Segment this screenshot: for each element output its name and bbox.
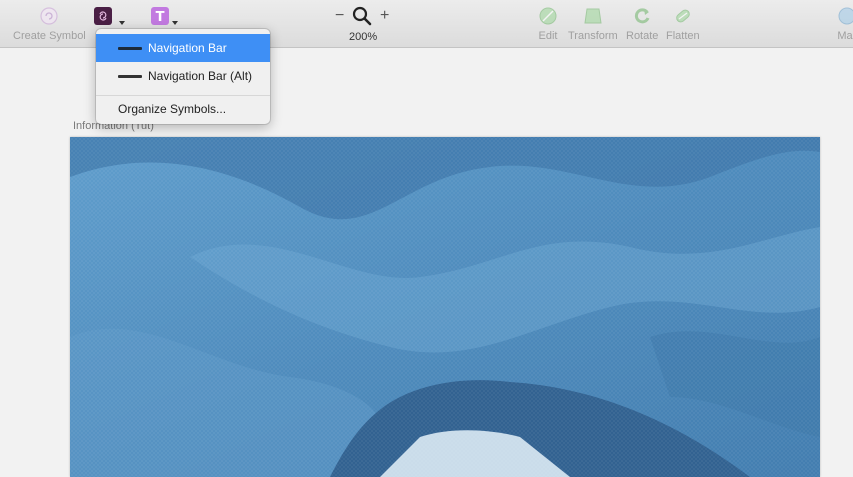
flatten-icon (676, 9, 690, 23)
menu-item-label: Navigation Bar (148, 41, 227, 55)
edit-button[interactable]: Edit (538, 6, 558, 42)
rotate-label: Rotate (626, 30, 659, 42)
edit-icon (539, 7, 557, 25)
mask-label: Ma (837, 30, 853, 42)
rotate-button[interactable]: Rotate (626, 6, 658, 42)
rotate-icon (635, 8, 650, 24)
menu-item-navigation-bar-alt[interactable]: Navigation Bar (Alt) (96, 62, 270, 90)
artboard-image[interactable] (70, 137, 820, 477)
zoom-out-button[interactable]: − (335, 7, 344, 25)
edit-label: Edit (538, 30, 558, 42)
menu-item-navigation-bar[interactable]: Navigation Bar (96, 34, 270, 62)
transform-button[interactable]: Transform (568, 6, 618, 42)
svg-text:T: T (156, 10, 165, 25)
transform-icon (584, 8, 602, 24)
zoom-icon[interactable] (352, 6, 372, 26)
text-style-button[interactable]: T (150, 6, 170, 26)
menu-item-label: Navigation Bar (Alt) (148, 69, 253, 83)
create-symbol-label: Create Symbol (13, 30, 86, 42)
symbols-icon (94, 7, 112, 25)
menu-item-organize-symbols[interactable]: Organize Symbols... (96, 97, 270, 121)
create-symbol-button[interactable]: Create Symbol (13, 6, 86, 42)
transform-label: Transform (568, 30, 618, 42)
menu-divider (96, 95, 270, 96)
flatten-label: Flatten (666, 30, 700, 42)
create-symbol-icon (40, 7, 58, 25)
zoom-in-button[interactable]: + (380, 7, 389, 25)
fabric-photo-image (70, 137, 820, 477)
text-style-chevron-down-icon[interactable] (172, 21, 178, 25)
mask-button[interactable]: Ma (835, 6, 853, 42)
flatten-button[interactable]: Flatten (666, 6, 700, 42)
symbols-chevron-down-icon[interactable] (119, 21, 125, 25)
symbols-dropdown-menu: Navigation Bar Navigation Bar (Alt) Orga… (96, 29, 270, 124)
mask-icon (838, 7, 853, 25)
symbol-bar-icon (118, 46, 142, 50)
text-icon: T (151, 7, 169, 25)
menu-item-label: Organize Symbols... (118, 102, 227, 116)
symbol-bar-icon (118, 74, 142, 78)
zoom-level: 200% (349, 31, 378, 43)
